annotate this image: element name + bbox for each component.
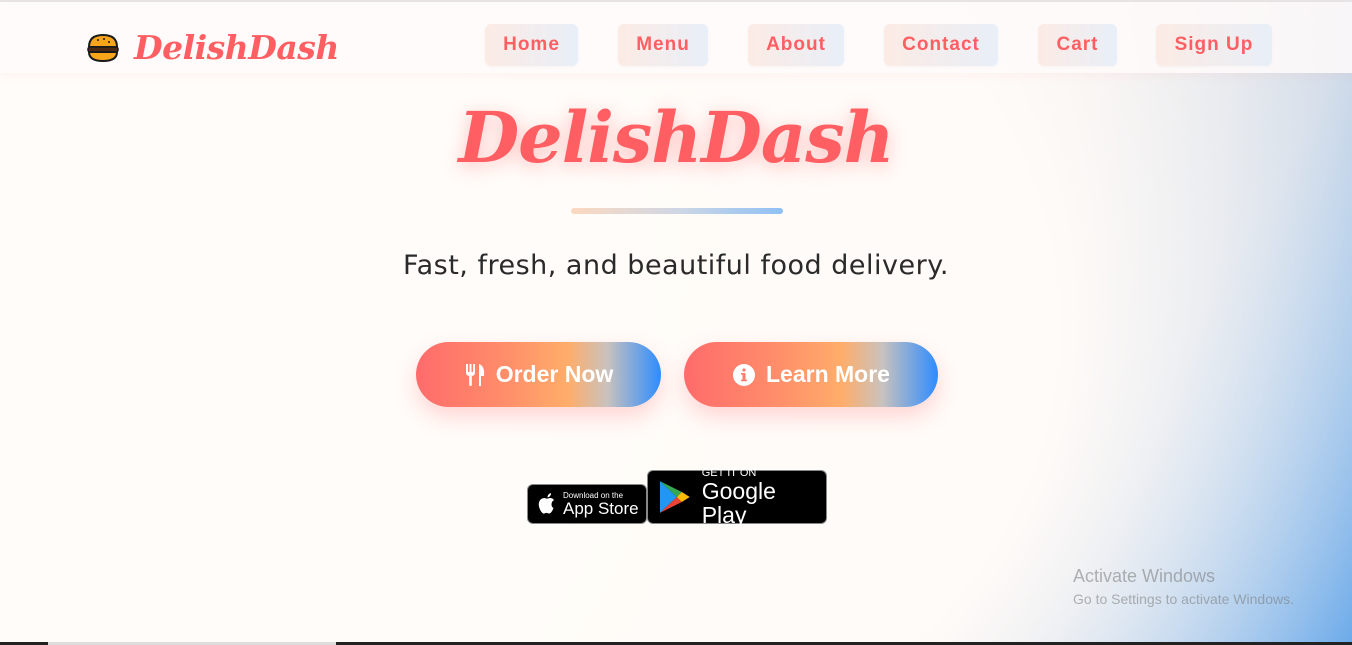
google-play-badge[interactable]: GET IT ON Google Play [647,467,827,528]
play-triangle-icon [659,481,690,513]
google-play-big-text: Google Play [701,478,776,528]
burger-icon [86,32,120,64]
nav-about[interactable]: About [748,24,844,66]
order-now-button[interactable]: Order Now [416,342,661,407]
apple-icon [538,493,554,514]
site-header: DelishDash Home Menu About Contact Cart … [0,2,1352,73]
utensils-icon [465,363,484,386]
watermark-title: Activate Windows [1073,566,1216,586]
brand-name: DelishDash [134,28,339,67]
learn-more-button[interactable]: Learn More [684,342,938,407]
learn-more-label: Learn More [766,361,890,387]
hero-title: DelishDash [458,96,894,179]
order-now-label: Order Now [495,361,614,387]
nav-home[interactable]: Home [485,24,578,66]
title-underline [571,208,783,214]
windows-activation-watermark: Activate Windows Go to Settings to activ… [1073,566,1294,607]
app-store-big-text: App Store [563,498,639,518]
watermark-subtitle: Go to Settings to activate Windows. [1073,591,1294,607]
info-circle-icon [733,363,755,386]
nav-sign-up[interactable]: Sign Up [1156,24,1272,66]
hero-tagline: Fast, fresh, and beautiful food delivery… [403,250,949,281]
nav-contact[interactable]: Contact [884,24,998,66]
brand-logo[interactable]: DelishDash [86,28,339,67]
nav-menu[interactable]: Menu [618,24,708,66]
nav-cart[interactable]: Cart [1038,24,1117,66]
app-store-badge[interactable]: Download on the App Store [527,484,647,524]
